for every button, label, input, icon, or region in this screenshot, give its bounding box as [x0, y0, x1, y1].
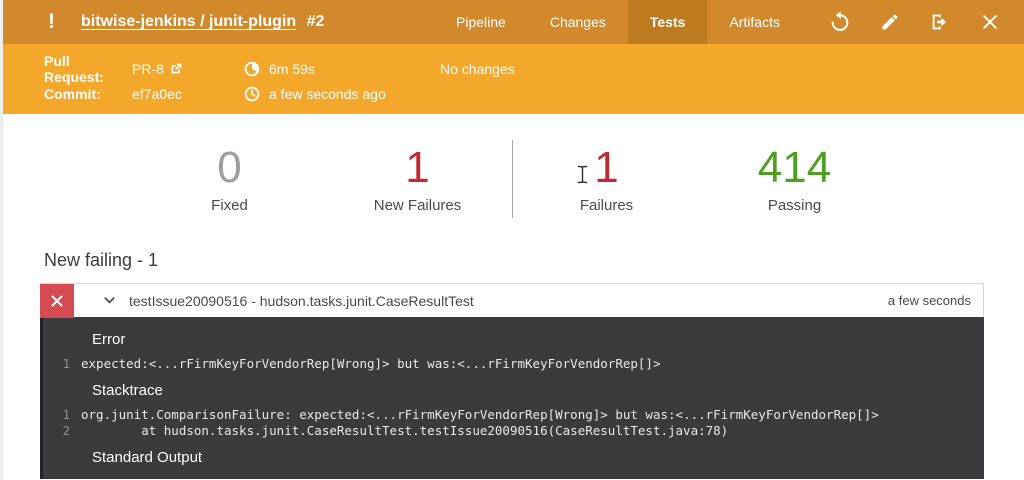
- test-summary: 0 Fixed 1 New Failures 1 Failures 414 Pa…: [40, 114, 984, 236]
- build-result-page: ! bitwise-jenkins / junit-plugin #2 Pipe…: [0, 0, 1024, 480]
- test-results-content: 0 Fixed 1 New Failures 1 Failures 414 Pa…: [0, 114, 1024, 479]
- build-number: #2: [307, 13, 325, 30]
- stat-new-failures-value: 1: [324, 145, 512, 191]
- test-result-row[interactable]: testIssue20090516 - hudson.tasks.junit.C…: [40, 283, 984, 317]
- commit-label: Commit:: [44, 86, 132, 102]
- test-duration: a few seconds: [888, 293, 983, 308]
- pull-request-label: Pull Request:: [44, 53, 132, 85]
- build-header: ! bitwise-jenkins / junit-plugin #2 Pipe…: [0, 0, 1024, 44]
- header-title-area: ! bitwise-jenkins / junit-plugin #2: [0, 0, 324, 44]
- stat-fixed: 0 Fixed: [136, 145, 324, 214]
- line-text: at hudson.tasks.junit.CaseResultTest.tes…: [81, 423, 728, 439]
- external-link-icon[interactable]: [170, 62, 183, 75]
- go-to-classic-icon[interactable]: [920, 0, 960, 44]
- unstable-status-icon: !: [48, 10, 55, 34]
- header-actions: [802, 0, 1024, 44]
- stat-failures-label: Failures: [513, 197, 701, 214]
- line-number[interactable]: 1: [43, 356, 81, 372]
- stat-passing-label: Passing: [701, 197, 889, 214]
- header-tabs: Pipeline Changes Tests Artifacts: [434, 0, 802, 44]
- meta-row-pull-request: Pull Request: PR-8 6m 59s: [44, 56, 1024, 81]
- stat-new-failures: 1 New Failures: [324, 145, 512, 214]
- header-spacer: [324, 0, 434, 44]
- stat-fixed-value: 0: [136, 145, 324, 191]
- line-text: org.junit.ComparisonFailure: expected:<.…: [81, 407, 879, 423]
- stat-failures: 1 Failures: [513, 145, 701, 214]
- stat-failures-value: 1: [513, 145, 701, 191]
- line-text: expected:<...rFirmKeyForVendorRep[Wrong]…: [81, 356, 660, 372]
- pipeline-title-link[interactable]: bitwise-jenkins / junit-plugin: [81, 13, 296, 30]
- chevron-down-icon[interactable]: [102, 293, 117, 308]
- tab-changes[interactable]: Changes: [528, 0, 628, 44]
- build-time-ago: a few seconds ago: [269, 86, 386, 102]
- tab-artifacts[interactable]: Artifacts: [707, 0, 802, 44]
- build-meta-bar: Pull Request: PR-8 6m 59s: [0, 44, 1024, 114]
- test-name: testIssue20090516 - hudson.tasks.junit.C…: [129, 293, 888, 309]
- console-section-error: Error: [92, 331, 984, 348]
- pull-request-link[interactable]: PR-8: [132, 61, 164, 77]
- meta-row-commit: Commit: ef7a0ec a few seconds ago: [44, 81, 1024, 106]
- console-section-stacktrace: Stacktrace: [92, 382, 984, 399]
- rerun-icon[interactable]: [820, 0, 860, 44]
- stat-new-failures-label: New Failures: [324, 197, 512, 214]
- console-line: 1 expected:<...rFirmKeyForVendorRep[Wron…: [43, 356, 984, 372]
- duration-icon: [244, 61, 260, 77]
- window-edge: [0, 0, 3, 480]
- clock-icon: [244, 86, 260, 102]
- failed-status-badge: [40, 284, 74, 318]
- console-line: 2 at hudson.tasks.junit.CaseResultTest.t…: [43, 423, 984, 439]
- console-section-standard-output: Standard Output: [92, 449, 984, 466]
- changes-summary: No changes: [440, 61, 515, 77]
- x-mark-icon: [50, 294, 64, 308]
- close-icon[interactable]: [970, 0, 1010, 44]
- tab-tests[interactable]: Tests: [628, 0, 708, 44]
- new-failing-section-title: New failing - 1: [44, 250, 984, 271]
- test-console-output: Error 1 expected:<...rFirmKeyForVendorRe…: [40, 317, 984, 479]
- stat-fixed-label: Fixed: [136, 197, 324, 214]
- tab-pipeline[interactable]: Pipeline: [434, 0, 528, 44]
- line-number[interactable]: 1: [43, 407, 81, 423]
- line-number[interactable]: 2: [43, 423, 81, 439]
- stat-passing-value: 414: [701, 145, 889, 191]
- duration-text: 6m 59s: [269, 61, 315, 77]
- edit-icon[interactable]: [870, 0, 910, 44]
- commit-hash: ef7a0ec: [132, 86, 182, 102]
- stat-passing: 414 Passing: [701, 145, 889, 214]
- page-title: bitwise-jenkins / junit-plugin #2: [81, 13, 324, 31]
- console-line: 1 org.junit.ComparisonFailure: expected:…: [43, 407, 984, 423]
